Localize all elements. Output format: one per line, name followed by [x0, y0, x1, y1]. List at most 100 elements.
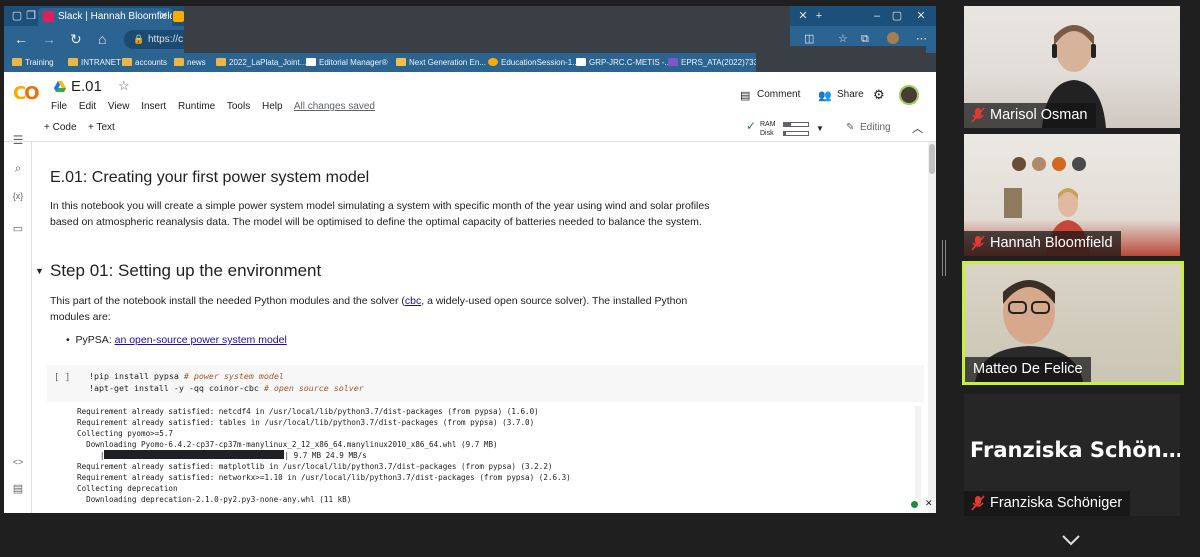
address-bar-row: ← → ↻ ⌂ 🔒 https://c ◫ ☆ ⧉ ⋯: [4, 26, 936, 53]
code-cell[interactable]: [ ] !pip install pypsa # power system mo…: [47, 365, 924, 402]
bookmark-item[interactable]: Training: [12, 53, 54, 72]
participant-tile[interactable]: Franziska Schön… Franziska Schöniger: [964, 394, 1180, 516]
bookmark-item[interactable]: Next Generation En...: [396, 53, 486, 72]
bookmark-item[interactable]: GRP-JRC.C-METIS -...: [576, 53, 671, 72]
more-icon[interactable]: ⋯: [916, 32, 927, 46]
collapse-section-icon[interactable]: ▼: [35, 266, 44, 276]
chevron-down-icon[interactable]: ▼: [816, 124, 824, 133]
participant-name: Marisol Osman: [964, 103, 1096, 128]
profile-avatar[interactable]: [887, 32, 899, 44]
star-icon[interactable]: ☆: [118, 78, 130, 94]
add-text-button[interactable]: + Text: [88, 122, 115, 133]
menu-tools[interactable]: Tools: [227, 101, 250, 112]
participant-name: Matteo De Felice: [965, 357, 1091, 382]
window-menu-icon[interactable]: ▢: [10, 9, 24, 23]
bookmark-item[interactable]: EPRS_ATA(2022)733...: [668, 53, 765, 72]
menu-file[interactable]: File: [51, 101, 67, 112]
run-cell-button[interactable]: [ ]: [54, 373, 70, 383]
minimize-icon[interactable]: –: [870, 9, 884, 23]
gear-icon[interactable]: ⚙: [873, 87, 885, 103]
reload-icon[interactable]: ↻: [70, 32, 82, 46]
share-button[interactable]: Share: [837, 89, 864, 100]
chevron-up-icon[interactable]: ︿: [912, 120, 923, 136]
menu-edit[interactable]: Edit: [79, 101, 96, 112]
participant-name: Hannah Bloomfield: [964, 231, 1121, 256]
disk-bar-fill: [784, 132, 787, 135]
menu-insert[interactable]: Insert: [141, 101, 166, 112]
folder-icon: [12, 58, 22, 66]
close-icon[interactable]: ✕: [160, 8, 168, 26]
section-heading: Step 01: Setting up the environment: [50, 261, 322, 280]
comment-icon: ▤: [740, 90, 751, 102]
close-icon[interactable]: ✕: [925, 498, 933, 509]
tab-colab[interactable]: [172, 8, 184, 26]
cbc-link[interactable]: cbc: [405, 295, 421, 307]
ram-label: RAM: [760, 121, 776, 128]
menu-help[interactable]: Help: [262, 101, 283, 112]
notebook-scrollbar[interactable]: [928, 142, 936, 513]
meeting-window: ▢ ❐ Slack | Hannah Bloomfield ✕ ✕ + – ▢ …: [0, 0, 1200, 557]
folder-icon: [122, 58, 132, 66]
folder-icon[interactable]: ▭: [11, 222, 25, 235]
list-icon[interactable]: ☰: [11, 133, 25, 147]
colab-sidebar: ☰ ⌕ {x} ▭ <> ▤: [4, 133, 32, 513]
bookmark-item[interactable]: Editorial Manager®: [306, 53, 388, 72]
tab-label: Slack | Hannah Bloomfield: [58, 11, 173, 22]
page-icon: [306, 58, 316, 66]
colab-logo[interactable]: CO: [13, 83, 40, 104]
code-snippets-icon[interactable]: <>: [11, 457, 25, 467]
menu-runtime[interactable]: Runtime: [178, 101, 215, 112]
close-icon[interactable]: ✕: [796, 9, 810, 23]
code-editor[interactable]: !pip install pypsa # power system model …: [89, 370, 364, 394]
tab-slack[interactable]: Slack | Hannah Bloomfield ✕: [38, 8, 173, 26]
maximize-icon[interactable]: ▢: [890, 9, 904, 23]
download-progress-bar: [104, 450, 285, 459]
url-text: https://c: [148, 34, 184, 45]
favorites-icon[interactable]: ☆: [838, 32, 848, 46]
search-icon[interactable]: ⌕: [11, 161, 25, 176]
bookmark-item[interactable]: accounts: [122, 53, 167, 72]
folder-icon: [216, 58, 226, 66]
chevron-down-icon[interactable]: [1062, 534, 1080, 546]
pypsa-link[interactable]: an open-source power system model: [115, 334, 287, 346]
bookmark-item[interactable]: news: [174, 53, 206, 72]
disk-bar: [783, 131, 809, 136]
forward-icon[interactable]: →: [42, 32, 56, 46]
notebook-title[interactable]: E.01: [71, 78, 102, 95]
output-scrollbar[interactable]: [915, 406, 921, 506]
participant-tile[interactable]: Marisol Osman: [964, 6, 1180, 128]
notebook-toolbar: + Code + Text ✓ RAM Disk ▼ ✎ Editing ︿: [4, 116, 936, 142]
extension-icon[interactable]: ◫: [804, 32, 814, 46]
shared-screen: ▢ ❐ Slack | Hannah Bloomfield ✕ ✕ + – ▢ …: [4, 6, 936, 513]
slack-icon: [43, 11, 54, 22]
editing-mode[interactable]: Editing: [860, 122, 891, 133]
participant-tile[interactable]: Hannah Bloomfield: [964, 134, 1180, 256]
browser-tab-strip: ▢ ❐ Slack | Hannah Bloomfield ✕ ✕ + – ▢ …: [4, 6, 936, 26]
window-close-icon[interactable]: ✕: [914, 9, 928, 23]
comment-button[interactable]: Comment: [757, 89, 800, 100]
notebook-heading: E.01: Creating your first power system m…: [50, 169, 370, 186]
page-icon: [576, 58, 586, 66]
panel-resize-handle[interactable]: [942, 240, 946, 276]
scrollbar-thumb[interactable]: [929, 144, 935, 174]
collections-icon[interactable]: ⧉: [861, 32, 869, 46]
bookmark-item[interactable]: EducationSession-1...: [488, 53, 579, 72]
home-icon[interactable]: ⌂: [98, 32, 106, 46]
bookmark-item[interactable]: 2022_LaPlata_Joint...: [216, 53, 306, 72]
avatar[interactable]: [899, 85, 919, 105]
disk-label: Disk: [760, 130, 774, 137]
save-status[interactable]: All changes saved: [294, 101, 375, 112]
mic-muted-icon: [971, 235, 985, 251]
redacted-area: [790, 46, 926, 53]
terminal-icon[interactable]: ▤: [11, 482, 25, 495]
star-icon: [396, 58, 406, 66]
variables-icon[interactable]: {x}: [11, 191, 25, 201]
new-tab-button[interactable]: +: [812, 9, 826, 23]
participant-tile-active[interactable]: Matteo De Felice: [962, 261, 1184, 385]
tab-actions-icon[interactable]: ❐: [24, 9, 38, 23]
back-icon[interactable]: ←: [14, 32, 28, 46]
mic-muted-icon: [971, 107, 985, 123]
bookmark-item[interactable]: INTRANET: [68, 53, 121, 72]
add-code-button[interactable]: + Code: [44, 122, 77, 133]
menu-view[interactable]: View: [108, 101, 130, 112]
